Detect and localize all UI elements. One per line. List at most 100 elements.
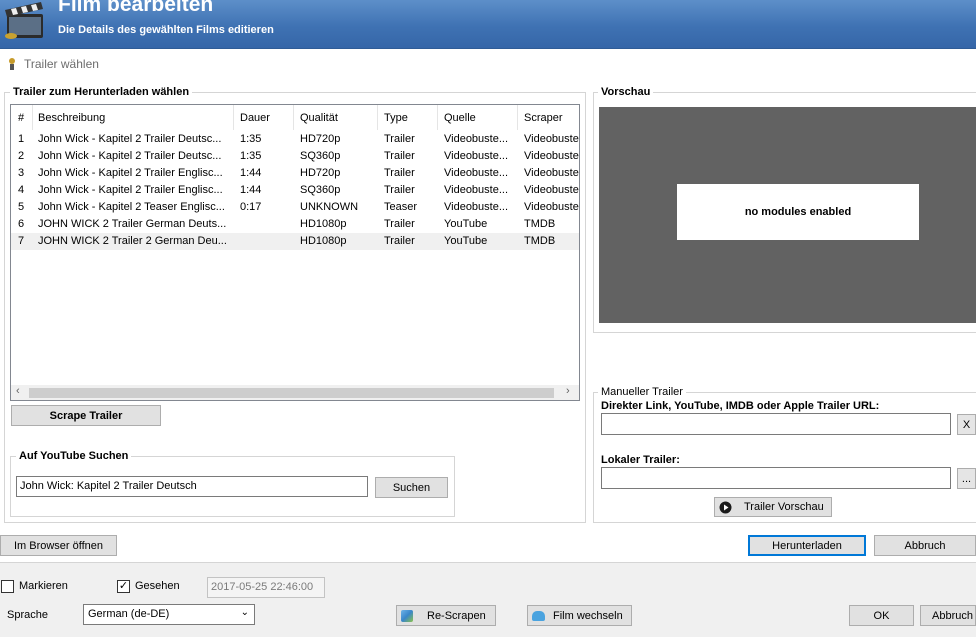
mark-checkbox[interactable]	[1, 580, 14, 593]
manual-trailer-title: Manueller Trailer	[598, 386, 686, 398]
column-header-quelle[interactable]: Quelle	[444, 112, 476, 124]
cell-quelle: Videobuste...	[444, 150, 509, 162]
table-row[interactable]: 6 JOHN WICK 2 Trailer German Deuts... HD10…	[11, 216, 579, 233]
change-film-label: Film wechseln	[553, 609, 623, 622]
mark-label: Markieren	[19, 580, 68, 592]
cell-type: Trailer	[384, 218, 415, 230]
cell-quelle: YouTube	[444, 235, 488, 247]
drag-ghost	[377, 314, 543, 332]
chevron-down-icon: ⌄	[240, 607, 249, 618]
cell-quelle: Videobuste...	[444, 201, 509, 213]
local-trailer-input[interactable]	[601, 467, 951, 489]
cell-qual: HD720p	[300, 133, 341, 145]
trailer-table[interactable]: # Beschreibung Dauer Qualität Type Quell…	[10, 104, 580, 401]
cell-num: 3	[18, 167, 25, 179]
table-row[interactable]: 4 John Wick - Kapitel 2 Trailer Englisc..…	[11, 182, 579, 199]
cell-scraper: Videobuste	[524, 201, 579, 213]
cell-dauer: 1:35	[240, 150, 262, 162]
language-select-value: German (de-DE)	[88, 608, 170, 620]
table-row[interactable]: 1 John Wick - Kapitel 2 Trailer Deutsc...…	[11, 131, 579, 148]
url-label: Direkter Link, YouTube, IMDB oder Apple …	[601, 400, 880, 412]
cell-dauer: 1:35	[240, 133, 262, 145]
cell-quelle: Videobuste...	[444, 133, 509, 145]
clear-url-button[interactable]: X	[957, 414, 976, 435]
cell-dauer: 0:17	[240, 201, 262, 213]
language-label: Sprache	[7, 609, 48, 621]
cell-scraper: TMDB	[524, 218, 556, 230]
cell-desc: John Wick - Kapitel 2 Trailer Deutsc...	[38, 150, 222, 162]
seen-checkbox[interactable]: ✓	[117, 580, 130, 593]
language-select[interactable]: German (de-DE) ⌄	[83, 604, 255, 625]
cell-qual: HD1080p	[300, 218, 347, 230]
tab-trailer-waehlen[interactable]: Trailer wählen	[24, 57, 99, 71]
dialog-cancel-button[interactable]: Abbruch	[874, 535, 976, 556]
youtube-search-button[interactable]: Suchen	[375, 477, 448, 498]
browse-local-button[interactable]: ...	[957, 468, 976, 489]
cell-desc: John Wick - Kapitel 2 Teaser Englisc...	[38, 201, 225, 213]
cell-desc: John Wick - Kapitel 2 Trailer Englisc...	[38, 167, 223, 179]
scrollbar-thumb[interactable]	[29, 388, 554, 398]
column-header-qualitaet[interactable]: Qualität	[300, 112, 338, 124]
cell-desc: John Wick - Kapitel 2 Trailer Deutsc...	[38, 133, 222, 145]
ok-button[interactable]: OK	[849, 605, 914, 626]
open-in-browser-button[interactable]: Im Browser öffnen	[0, 535, 117, 556]
cell-qual: HD720p	[300, 167, 341, 179]
column-header-number[interactable]: #	[18, 112, 24, 124]
change-film-icon	[532, 610, 545, 621]
rescrape-button[interactable]: Re-Scrapen	[396, 605, 496, 626]
seen-date-field[interactable]: 2017-05-25 22:46:00	[207, 577, 325, 598]
cell-qual: HD1080p	[300, 235, 347, 247]
horizontal-scrollbar[interactable]: ‹ ›	[11, 385, 579, 400]
table-row[interactable]: 5 John Wick - Kapitel 2 Teaser Englisc...…	[11, 199, 579, 216]
cell-num: 6	[18, 218, 25, 230]
cell-dauer: 1:44	[240, 184, 262, 196]
youtube-group-title: Auf YouTube Suchen	[16, 450, 132, 462]
cell-quelle: Videobuste...	[444, 184, 509, 196]
cell-qual: SQ360p	[300, 150, 341, 162]
cell-quelle: YouTube	[444, 218, 488, 230]
trailer-group-title: Trailer zum Herunterladen wählen	[10, 86, 193, 98]
seen-label: Gesehen	[135, 580, 180, 592]
column-header-beschreibung[interactable]: Beschreibung	[38, 112, 105, 124]
cell-scraper: TMDB	[524, 235, 556, 247]
column-header-dauer[interactable]: Dauer	[240, 112, 270, 124]
no-modules-message: no modules enabled	[677, 184, 919, 240]
cell-qual: UNKNOWN	[300, 201, 359, 213]
cell-type: Trailer	[384, 235, 415, 247]
cell-scraper: Videobuste	[524, 133, 579, 145]
preview-group-title: Vorschau	[598, 86, 654, 98]
table-row[interactable]: 3 John Wick - Kapitel 2 Trailer Englisc..…	[11, 165, 579, 182]
table-row[interactable]: 2 John Wick - Kapitel 2 Trailer Deutsc...…	[11, 148, 579, 165]
cell-qual: SQ360p	[300, 184, 341, 196]
cell-quelle: Videobuste...	[444, 167, 509, 179]
scrape-trailer-button[interactable]: Scrape Trailer	[11, 405, 161, 426]
cell-desc: JOHN WICK 2 Trailer 2 German Deu...	[38, 235, 227, 247]
cell-num: 7	[18, 235, 25, 247]
scroll-right-icon[interactable]: ›	[566, 385, 570, 397]
cell-scraper: Videobuste	[524, 184, 579, 196]
cell-num: 2	[18, 150, 25, 162]
cell-type: Teaser	[384, 201, 418, 213]
cell-dauer: 1:44	[240, 167, 262, 179]
download-button[interactable]: Herunterladen	[748, 535, 866, 556]
dialog-subtitle: Die Details des gewählten Films editiere…	[58, 24, 274, 36]
cell-num: 4	[18, 184, 25, 196]
trailer-preview-label: Trailer Vorschau	[744, 501, 824, 513]
rescrape-icon	[401, 609, 413, 622]
youtube-search-input[interactable]: John Wick: Kapitel 2 Trailer Deutsch	[16, 476, 368, 497]
scroll-left-icon[interactable]: ‹	[16, 385, 20, 397]
cell-type: Trailer	[384, 133, 415, 145]
trailer-url-input[interactable]	[601, 413, 951, 435]
column-header-type[interactable]: Type	[384, 112, 408, 124]
cell-scraper: Videobuste	[524, 150, 579, 162]
cell-desc: John Wick - Kapitel 2 Trailer Englisc...	[38, 184, 223, 196]
table-row[interactable]: 7 JOHN WICK 2 Trailer 2 German Deu... HD10…	[11, 233, 579, 250]
cell-type: Trailer	[384, 150, 415, 162]
film-reel-icon	[9, 58, 15, 70]
change-film-button[interactable]: Film wechseln	[527, 605, 632, 626]
trailer-preview-button[interactable]: Trailer Vorschau	[714, 497, 832, 517]
footer-cancel-button[interactable]: Abbruch	[920, 605, 976, 626]
column-header-scraper[interactable]: Scraper	[524, 112, 563, 124]
cell-scraper: Videobuste	[524, 167, 579, 179]
dialog-title: Film bearbeiten	[58, 0, 214, 16]
